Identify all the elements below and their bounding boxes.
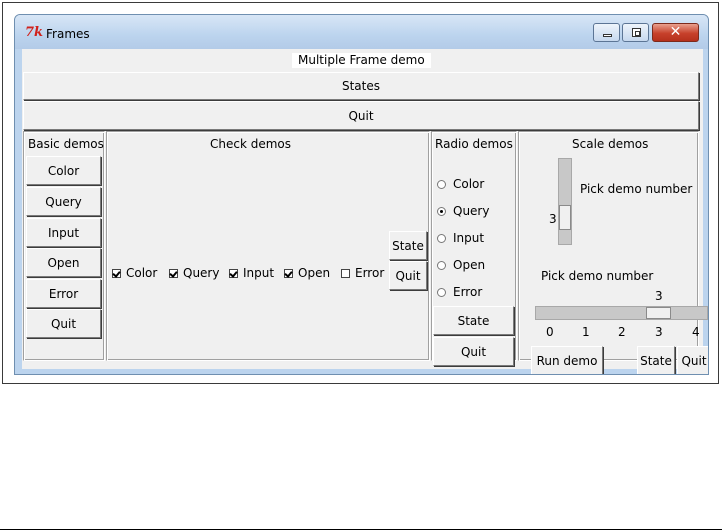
check-query[interactable]: Query xyxy=(169,266,219,280)
bottom-divider xyxy=(0,529,722,530)
radio-icon xyxy=(437,287,446,297)
radio-error-label: Error xyxy=(453,285,483,299)
basic-color-button[interactable]: Color xyxy=(26,156,101,185)
radio-input-label: Input xyxy=(453,231,485,245)
check-color[interactable]: Color xyxy=(112,266,157,280)
basic-query-button[interactable]: Query xyxy=(26,187,101,216)
radio-icon xyxy=(437,260,446,270)
vertical-scale-value: 3 xyxy=(549,212,557,226)
vertical-scale[interactable] xyxy=(558,158,572,245)
scale-tick-3: 3 xyxy=(655,325,663,339)
scale-tick-2: 2 xyxy=(618,325,626,339)
scale-tick-4: 4 xyxy=(692,325,700,339)
vertical-scale-thumb[interactable] xyxy=(559,205,571,230)
scale-quit-button[interactable]: Quit xyxy=(677,346,708,374)
radio-state-button[interactable]: State xyxy=(433,306,514,335)
minimize-button[interactable] xyxy=(593,23,620,42)
tk-feather-icon: 7k xyxy=(25,25,44,40)
check-demos-title: Check demos xyxy=(210,137,292,151)
check-open-label: Open xyxy=(298,266,331,280)
vertical-scale-label: Pick demo number xyxy=(580,182,693,196)
maximize-button[interactable] xyxy=(622,23,649,42)
scale-tick-0: 0 xyxy=(546,325,554,339)
basic-demos-title: Basic demos xyxy=(28,137,104,151)
scale-tick-1: 1 xyxy=(582,325,590,339)
close-button[interactable]: ✕ xyxy=(652,23,699,42)
checkbox-icon xyxy=(229,268,238,278)
horizontal-scale-value: 3 xyxy=(655,289,663,303)
radio-input[interactable]: Input xyxy=(437,231,484,245)
scale-state-button[interactable]: State xyxy=(637,346,675,374)
check-open[interactable]: Open xyxy=(284,266,330,280)
radio-color[interactable]: Color xyxy=(437,177,484,191)
close-icon: ✕ xyxy=(669,24,682,40)
window-client-area: Multiple Frame demo States Quit Basic de… xyxy=(22,49,708,374)
radio-icon xyxy=(437,179,446,189)
radio-query-label: Query xyxy=(453,204,490,218)
horizontal-scale[interactable] xyxy=(535,306,708,320)
scale-demos-title: Scale demos xyxy=(572,137,649,151)
checkbox-icon xyxy=(284,268,293,278)
radio-quit-button[interactable]: Quit xyxy=(433,337,514,366)
basic-quit-button[interactable]: Quit xyxy=(26,309,101,338)
check-state-button[interactable]: State xyxy=(389,231,427,260)
radio-color-label: Color xyxy=(453,177,485,191)
horizontal-scale-label: Pick demo number xyxy=(541,269,654,283)
minimize-icon xyxy=(603,34,612,37)
checkbox-icon xyxy=(112,268,121,278)
checkbox-icon xyxy=(169,268,178,278)
run-demo-button[interactable]: Run demo xyxy=(531,346,603,374)
check-demos-frame xyxy=(106,131,430,361)
basic-error-button[interactable]: Error xyxy=(26,279,101,308)
radio-icon xyxy=(437,206,446,216)
radio-open-label: Open xyxy=(453,258,486,272)
check-error[interactable]: Error xyxy=(341,266,384,280)
demo-title-label: Multiple Frame demo xyxy=(292,53,431,68)
check-query-label: Query xyxy=(183,266,220,280)
radio-open[interactable]: Open xyxy=(437,258,485,272)
check-input-label: Input xyxy=(243,266,275,280)
radio-error[interactable]: Error xyxy=(437,285,482,299)
check-error-label: Error xyxy=(355,266,385,280)
radio-icon xyxy=(437,233,446,243)
states-button[interactable]: States xyxy=(23,72,699,100)
check-quit-button[interactable]: Quit xyxy=(389,261,427,290)
basic-open-button[interactable]: Open xyxy=(26,248,101,277)
title-bar[interactable]: 7k Frames ✕ xyxy=(15,15,708,49)
maximize-icon xyxy=(632,28,641,37)
check-input[interactable]: Input xyxy=(229,266,274,280)
frames-window: 7k Frames ✕ Multiple Frame demo States Q… xyxy=(14,14,709,375)
radio-query[interactable]: Query xyxy=(437,204,489,218)
quit-main-button[interactable]: Quit xyxy=(23,101,699,130)
radio-demos-title: Radio demos xyxy=(435,137,513,151)
checkbox-icon xyxy=(341,268,350,278)
check-color-label: Color xyxy=(126,266,158,280)
window-title: Frames xyxy=(46,27,90,41)
horizontal-scale-thumb[interactable] xyxy=(646,307,671,319)
basic-input-button[interactable]: Input xyxy=(26,218,101,247)
